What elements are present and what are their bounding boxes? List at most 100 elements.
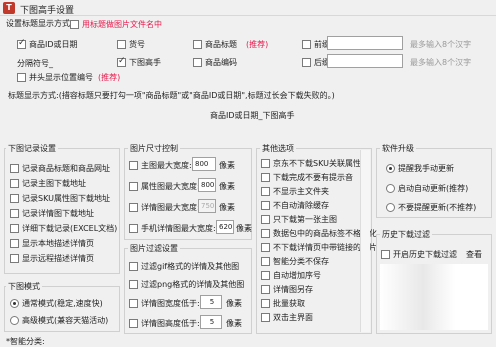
filter-png-checkbox[interactable] [129, 280, 138, 289]
title-bar: T 下图高手设置 [0, 0, 496, 16]
smart-category-checkbox[interactable] [261, 257, 270, 266]
normal-mode-label[interactable]: 通常模式(稳定,速度快) [22, 298, 103, 309]
jd-no-sku-image-label[interactable]: 京东不下载SKU关联属性图 [273, 158, 369, 169]
no-sound-checkbox[interactable] [261, 173, 270, 182]
filter-gif-label[interactable]: 过滤gif格式的详情及其他图 [141, 261, 239, 272]
product-id-label[interactable]: 商品ID或日期 [29, 39, 78, 50]
suffix-checkbox[interactable] [302, 58, 311, 67]
detail-image-width-checkbox[interactable] [129, 203, 138, 212]
product-title-checkbox[interactable] [193, 40, 202, 49]
attr-image-width-label[interactable]: 属性图最大宽度: [141, 181, 200, 192]
main-image-width-checkbox[interactable] [129, 161, 138, 170]
no-update-label[interactable]: 不要提醒更新(不推荐) [398, 202, 476, 213]
main-image-width-label[interactable]: 主图最大宽度: [141, 160, 192, 171]
filter-png-label[interactable]: 过滤png格式的详情及其他图 [141, 279, 244, 290]
record-sku-image-label[interactable]: 记录SKU属性图下载地址 [22, 193, 110, 204]
detail-image-width-label[interactable]: 详情图最大宽度: [141, 202, 200, 213]
record-sku-image-checkbox[interactable] [10, 194, 19, 203]
advanced-mode-label[interactable]: 高级模式(兼容天猫活动) [22, 315, 108, 326]
detail-image-width-input[interactable]: 750 [198, 199, 216, 213]
show-local-detail-checkbox[interactable] [10, 239, 19, 248]
detail-save-as-checkbox[interactable] [261, 285, 270, 294]
xiatu-gaoshou-label[interactable]: 下图高手 [129, 57, 161, 68]
hide-main-folder-label[interactable]: 不显示主文件夹 [273, 186, 329, 197]
double-click-main-label[interactable]: 双击主界面 [273, 312, 313, 323]
position-number-label[interactable]: 并头显示位置编号 [29, 72, 93, 83]
detail-save-as-label[interactable]: 详情图另存 [273, 284, 313, 295]
first-main-image-only-checkbox[interactable] [261, 215, 270, 224]
auto-serial-label[interactable]: 自动增加序号 [273, 270, 321, 281]
prefix-input[interactable] [327, 36, 403, 50]
suffix-input[interactable] [327, 54, 403, 68]
main-image-width-input[interactable]: 800 [192, 157, 216, 171]
mobile-detail-width-label[interactable]: 手机详情图最大宽度: [141, 223, 216, 234]
record-detail-image-checkbox[interactable] [10, 209, 19, 218]
batch-fetch-label[interactable]: 批量获取 [273, 298, 305, 309]
attr-image-width-input[interactable]: 800 [198, 178, 216, 192]
detail-height-below-input[interactable]: 5 [200, 315, 222, 329]
no-auto-clear-cache-label[interactable]: 不自动清除缓存 [273, 200, 329, 211]
manual-update-label[interactable]: 提醒我手动更新 [398, 163, 454, 174]
record-title-url-checkbox[interactable] [10, 164, 19, 173]
record-main-image-checkbox[interactable] [10, 179, 19, 188]
no-format-tags-checkbox[interactable] [261, 229, 270, 238]
show-local-detail-label[interactable]: 显示本地描述详情页 [22, 238, 94, 249]
position-number-checkbox[interactable] [17, 73, 26, 82]
first-main-image-only-label[interactable]: 只下载第一张主图 [273, 214, 337, 225]
smart-category-label[interactable]: 智能分类不保存 [273, 256, 329, 267]
item-number-checkbox[interactable] [117, 40, 126, 49]
detail-width-below-label[interactable]: 详情图宽度低于: [141, 298, 200, 309]
window-title: 下图高手设置 [20, 6, 75, 16]
auto-update-radio[interactable] [386, 184, 395, 193]
record-detail-image-label[interactable]: 记录详情图下载地址 [22, 208, 94, 219]
prefix-hint: 最多输入8个汉字 [410, 40, 472, 49]
item-number-label[interactable]: 货号 [129, 39, 145, 50]
show-remote-detail-label[interactable]: 显示远程描述详情页 [22, 253, 94, 264]
image-filter-heading: 图片过滤设置 [128, 243, 180, 254]
advanced-mode-radio[interactable] [10, 316, 19, 325]
detail-height-below-checkbox[interactable] [129, 319, 138, 328]
other-options-scrollbar[interactable] [360, 150, 370, 332]
record-main-image-label[interactable]: 记录主图下载地址 [22, 178, 86, 189]
download-record-heading: 下图记录设置 [6, 143, 58, 154]
double-click-main-checkbox[interactable] [261, 313, 270, 322]
product-code-checkbox[interactable] [193, 58, 202, 67]
auto-serial-checkbox[interactable] [261, 271, 270, 280]
auto-update-label[interactable]: 启动自动更新(推荐) [398, 183, 468, 194]
record-title-url-label[interactable]: 记录商品标题和商品网址 [22, 163, 110, 174]
product-id-checkbox[interactable] [17, 38, 26, 49]
detail-height-below-label[interactable]: 详情图高度低于: [141, 318, 200, 329]
mobile-detail-width-unit: 像素 [236, 224, 252, 233]
history-filter-checkbox[interactable] [381, 250, 390, 259]
normal-mode-radio[interactable] [10, 299, 19, 308]
jd-no-sku-image-checkbox[interactable] [261, 159, 270, 168]
xiatu-gaoshou-checkbox[interactable] [117, 56, 126, 67]
filename-title-label[interactable]: 用标题做图片文件名中 [82, 19, 162, 30]
mobile-detail-width-input[interactable]: 620 [216, 220, 234, 234]
attr-image-width-checkbox[interactable] [129, 182, 138, 191]
position-number-note: (推荐) [98, 73, 121, 82]
no-sound-label[interactable]: 下载完成不要有提示音 [273, 172, 353, 183]
software-upgrade-heading: 软件升级 [380, 143, 416, 154]
mobile-detail-width-checkbox[interactable] [129, 224, 138, 233]
filename-title-checkbox[interactable] [70, 20, 79, 29]
product-title-label[interactable]: 商品标题 [205, 39, 237, 50]
app-icon: T [3, 2, 15, 14]
detailed-excel-record-label[interactable]: 详细下载记录(EXCEL文档) [22, 223, 117, 234]
no-auto-clear-cache-checkbox[interactable] [261, 201, 270, 210]
no-update-radio[interactable] [386, 203, 395, 212]
hide-main-folder-checkbox[interactable] [261, 187, 270, 196]
skip-linked-images-checkbox[interactable] [261, 243, 270, 252]
detailed-excel-record-checkbox[interactable] [10, 224, 19, 233]
filter-gif-checkbox[interactable] [129, 262, 138, 271]
show-remote-detail-checkbox[interactable] [10, 254, 19, 263]
batch-fetch-checkbox[interactable] [261, 299, 270, 308]
detail-image-width-unit: 像素 [219, 203, 235, 212]
detail-width-below-input[interactable]: 5 [200, 295, 222, 309]
history-filter-label[interactable]: 开启历史下载过滤 [393, 249, 457, 260]
prefix-checkbox[interactable] [302, 40, 311, 49]
manual-update-radio[interactable] [386, 164, 395, 173]
product-code-label[interactable]: 商品编码 [205, 57, 237, 68]
history-view-link[interactable]: 查看 [466, 249, 482, 260]
detail-width-below-checkbox[interactable] [129, 299, 138, 308]
